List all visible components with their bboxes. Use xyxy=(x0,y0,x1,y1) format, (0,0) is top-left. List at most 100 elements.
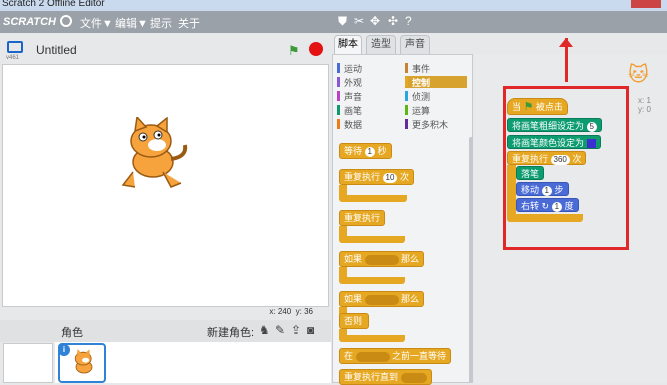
block-text: 那么 xyxy=(401,294,420,304)
mouse-coordinates: x: 240 y: 36 xyxy=(0,307,331,319)
stage-canvas[interactable] xyxy=(2,64,329,307)
stage-thumbnail[interactable] xyxy=(3,343,53,383)
block-text: 秒 xyxy=(377,146,387,156)
category-sound[interactable]: 声音 xyxy=(337,90,399,102)
block-text: 次 xyxy=(399,172,409,182)
category-sensing[interactable]: 侦测 xyxy=(405,90,467,102)
block-boolean-slot[interactable] xyxy=(400,372,427,383)
category-label: 数据 xyxy=(344,120,363,130)
block-else-label: 否则 xyxy=(339,313,369,329)
corner-y: y: 0 xyxy=(638,105,651,114)
delete-tool-icon[interactable]: ✂ xyxy=(354,14,364,28)
choose-sprite-icon[interactable]: ♞ xyxy=(259,323,270,337)
sprite-corner-icon: 🐱 xyxy=(628,64,649,86)
scratch-logo: SCRATCH xyxy=(3,16,56,28)
category-control[interactable]: 控制 xyxy=(405,76,467,88)
block-wait[interactable]: 等待 1 秒 xyxy=(339,143,392,159)
sprites-label: 角色 xyxy=(61,327,83,339)
tab-costumes[interactable]: 造型 xyxy=(366,35,396,54)
block-forever[interactable]: 重复执行 xyxy=(339,210,386,226)
block-text: 如果 xyxy=(344,294,363,304)
block-text: 重复执行 xyxy=(344,172,381,182)
duplicate-tool-icon[interactable]: ⛊ xyxy=(338,14,347,29)
category-label: 事件 xyxy=(412,64,431,74)
category-data[interactable]: 数据 xyxy=(337,118,399,130)
sprite-corner-coords: x: 1 y: 0 xyxy=(638,96,651,114)
tab-scripts[interactable]: 脚本 xyxy=(334,35,362,55)
category-label: 声音 xyxy=(344,92,363,102)
palette-scrollbar[interactable] xyxy=(469,137,473,383)
category-looks[interactable]: 外观 xyxy=(337,76,399,88)
block-boolean-slot[interactable] xyxy=(364,254,399,265)
green-flag-icon[interactable]: ⚑ xyxy=(288,43,300,59)
category-operators[interactable]: 运算 xyxy=(405,104,467,116)
tab-sounds[interactable]: 声音 xyxy=(400,35,430,54)
language-globe-icon[interactable] xyxy=(60,15,72,27)
category-color-bar xyxy=(405,63,408,73)
category-label: 运动 xyxy=(344,64,363,74)
category-color-bar xyxy=(405,105,408,115)
cat-sprite-icon[interactable] xyxy=(113,117,193,192)
category-color-bar xyxy=(405,77,408,87)
block-text: 之前一直等待 xyxy=(392,351,447,361)
category-motion[interactable]: 运动 xyxy=(337,62,399,74)
category-pen[interactable]: 画笔 xyxy=(337,104,399,116)
block-boolean-slot[interactable] xyxy=(355,351,390,362)
mouse-y: y: 36 xyxy=(295,307,313,316)
category-color-bar xyxy=(337,77,340,87)
fullscreen-icon[interactable] xyxy=(7,41,23,53)
block-if-then[interactable]: 如果 那么 xyxy=(339,251,425,267)
category-label: 外观 xyxy=(344,78,363,88)
cat-thumbnail-icon xyxy=(74,349,93,374)
block-if-else[interactable]: 如果 那么 xyxy=(339,291,425,307)
category-label: 画笔 xyxy=(344,106,363,116)
window-titlebar: Scratch 2 Offline Editor xyxy=(0,0,667,11)
category-color-bar xyxy=(337,91,340,101)
help-tool-icon[interactable]: ? xyxy=(405,14,412,28)
version-label: v461 xyxy=(6,55,20,61)
block-c-foot xyxy=(339,195,407,202)
block-c-foot xyxy=(339,335,405,342)
new-sprite-label: 新建角色: xyxy=(207,327,255,339)
block-text: 如果 xyxy=(344,254,363,264)
sprite-list: i xyxy=(55,342,331,383)
upload-sprite-icon[interactable]: ⇪ xyxy=(291,323,301,337)
block-boolean-slot[interactable] xyxy=(364,294,399,305)
category-more-blocks[interactable]: 更多积木 xyxy=(405,118,467,130)
stage-header: v461 Untitled ⚑ xyxy=(0,33,331,65)
menu-about[interactable]: 关于 xyxy=(178,15,200,31)
sprites-header: 角色 新建角色: ♞ ✎ ⇪ ◙ xyxy=(0,320,331,342)
stop-icon[interactable] xyxy=(309,42,323,56)
camera-sprite-icon[interactable]: ◙ xyxy=(307,323,314,337)
category-color-bar xyxy=(337,105,340,115)
grow-tool-icon[interactable]: ✥ xyxy=(370,14,380,28)
category-color-bar xyxy=(337,63,340,73)
sprite-card[interactable]: i xyxy=(58,343,106,383)
block-c-foot xyxy=(339,236,405,243)
annotation-highlight-box xyxy=(503,86,629,250)
shrink-tool-icon[interactable]: ✣ xyxy=(388,14,398,28)
mouse-x: x: 240 xyxy=(269,307,292,316)
menu-tips[interactable]: 提示 xyxy=(150,15,172,31)
category-label: 运算 xyxy=(412,106,431,116)
category-label: 更多积木 xyxy=(412,120,449,130)
category-label: 控制 xyxy=(412,78,431,88)
menu-file[interactable]: 文件▼ xyxy=(80,15,113,31)
block-number-input[interactable]: 10 xyxy=(382,172,398,183)
category-events[interactable]: 事件 xyxy=(405,62,467,74)
annotation-arrowhead xyxy=(559,38,573,47)
category-color-bar xyxy=(337,119,340,129)
block-palette: 运动 事件 外观 控制 声音 侦测 画笔 运算 数据 更多积木 等待 1 秒 重… xyxy=(332,54,473,385)
block-text: 等待 xyxy=(344,146,363,156)
project-title[interactable]: Untitled xyxy=(36,43,77,57)
category-color-bar xyxy=(405,119,408,129)
menu-edit[interactable]: 编辑▼ xyxy=(115,15,148,31)
window-close-button[interactable] xyxy=(631,0,661,8)
paint-sprite-icon[interactable]: ✎ xyxy=(275,323,285,337)
window-title: Scratch 2 Offline Editor xyxy=(2,0,105,9)
block-number-input[interactable]: 1 xyxy=(364,146,375,157)
block-wait-until[interactable]: 在 之前一直等待 xyxy=(339,348,452,364)
block-repeat[interactable]: 重复执行 10 次 xyxy=(339,169,414,185)
control-blocks: 等待 1 秒 重复执行 10 次 重复执行 如果 那么 如果 那么 否则 在 之… xyxy=(335,140,463,385)
block-text: 那么 xyxy=(401,254,420,264)
